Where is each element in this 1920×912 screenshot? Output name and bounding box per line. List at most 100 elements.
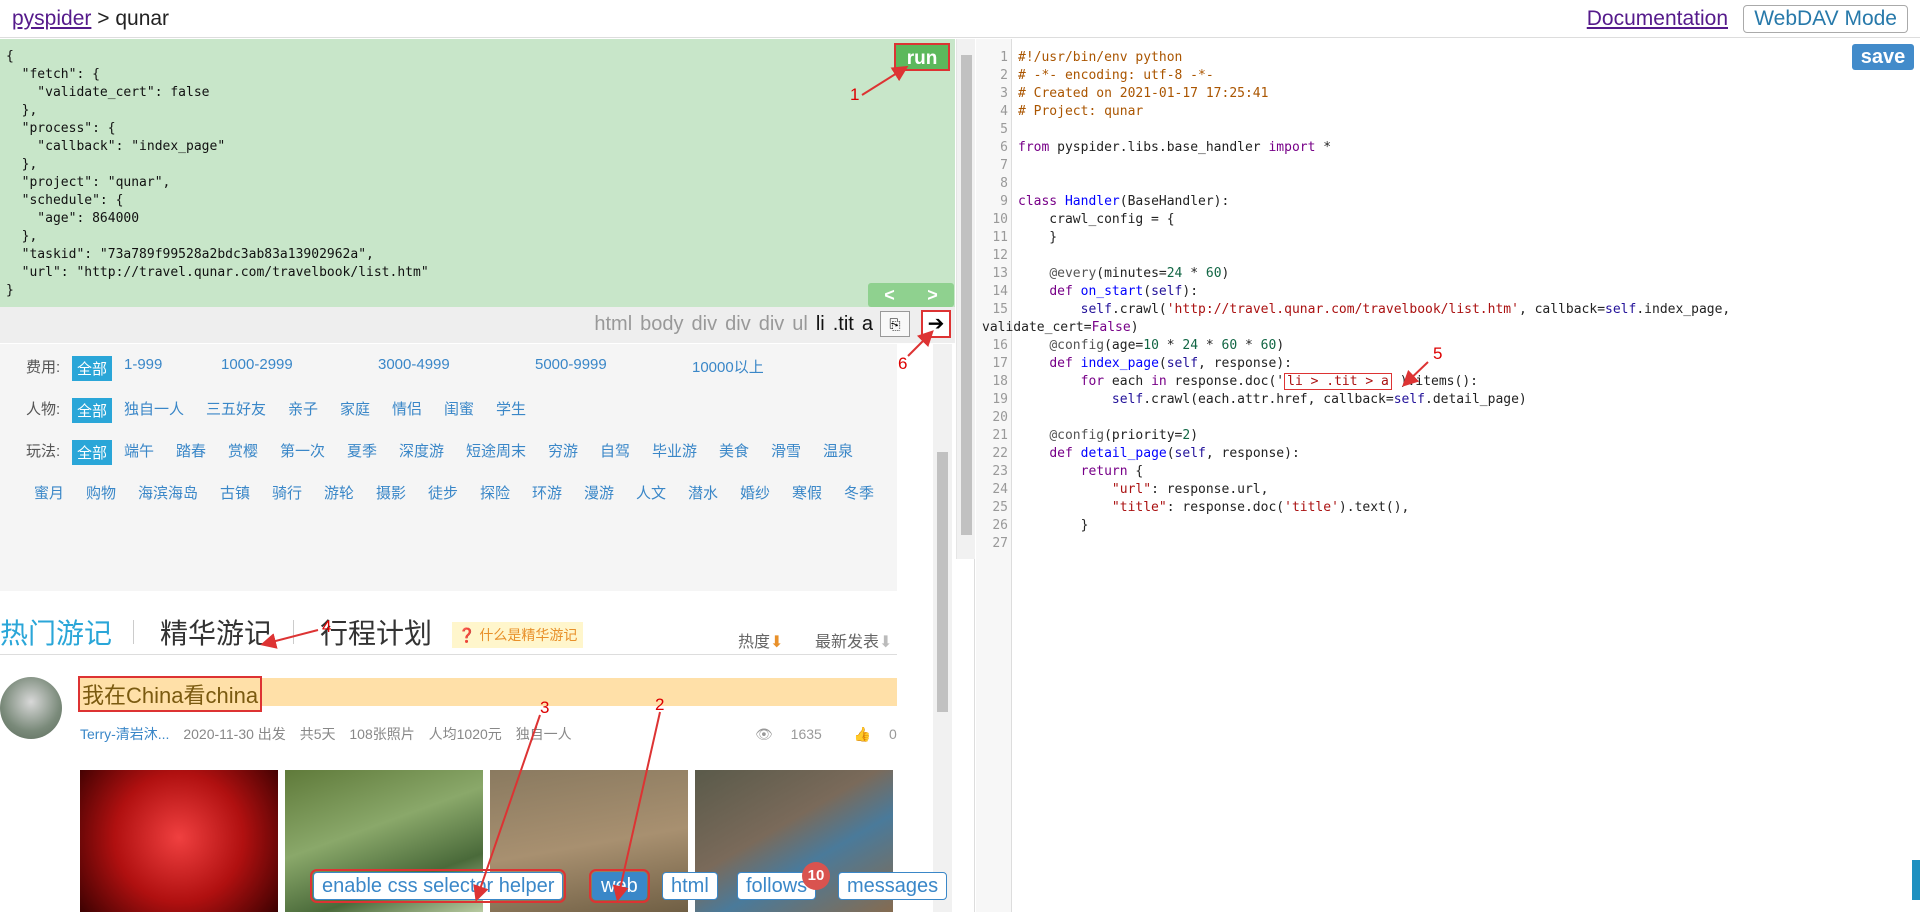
arrow-down-icon: ⬇ <box>770 634 784 651</box>
filter-option[interactable]: 古镇 <box>220 482 250 503</box>
filter-option[interactable]: 学生 <box>496 398 526 419</box>
documentation-link[interactable]: Documentation <box>1587 7 1728 31</box>
web-tab-button[interactable]: web <box>589 869 650 903</box>
filter-option[interactable]: 寒假 <box>792 482 822 503</box>
post-photo[interactable] <box>80 770 278 912</box>
filter-option[interactable]: 全部 <box>72 440 113 465</box>
filter-option[interactable]: 1000-2999 <box>221 356 293 373</box>
preview-scrollbar[interactable] <box>933 344 952 912</box>
code-line: from pyspider.libs.base_handler import * <box>1018 140 1332 155</box>
tab-featured[interactable]: 精华游记 <box>160 612 272 652</box>
line-number: 12 <box>992 248 1008 263</box>
tab-hot[interactable]: 热门游记 <box>0 612 112 652</box>
code-line: } <box>1018 518 1089 533</box>
filter-option[interactable]: 骑行 <box>272 482 302 503</box>
path-item[interactable]: html <box>594 313 632 335</box>
code-line: def detail_page(self, response): <box>1049 446 1300 461</box>
css-selector-helper-button[interactable]: enable css selector helper <box>309 869 567 903</box>
path-item-class[interactable]: .tit <box>833 313 854 335</box>
web-preview[interactable]: 费用: 全部 1-999 1000-2999 3000-4999 5000-9999 100… <box>0 344 897 912</box>
filter-option[interactable]: 海滨海岛 <box>138 482 198 503</box>
filter-option[interactable]: 三五好友 <box>206 398 266 419</box>
filter-option[interactable]: 婚纱 <box>740 482 770 503</box>
code-line: return { <box>1080 464 1144 479</box>
filter-option[interactable]: 自驾 <box>600 440 630 461</box>
thumbs-up-icon: 👍 <box>853 726 872 742</box>
task-json-line: "fetch": { <box>6 67 100 82</box>
filter-option[interactable]: 深度游 <box>399 440 444 461</box>
webdav-mode-button[interactable]: WebDAV Mode <box>1743 5 1908 33</box>
filter-option[interactable]: 短途周末 <box>466 440 526 461</box>
filter-option[interactable]: 穷游 <box>548 440 578 461</box>
path-item[interactable]: div <box>692 313 718 335</box>
save-button[interactable]: save <box>1852 44 1914 70</box>
filter-option[interactable]: 10000以上 <box>692 356 764 377</box>
sort-new[interactable]: 最新发表⬇ <box>815 628 892 652</box>
filter-option[interactable]: 赏樱 <box>228 440 258 461</box>
filter-option[interactable]: 1-999 <box>124 356 162 373</box>
path-item[interactable]: ul <box>792 313 808 335</box>
filter-option[interactable]: 蜜月 <box>34 482 64 503</box>
breadcrumb-root-link[interactable]: pyspider <box>12 7 91 30</box>
copy-selector-button[interactable]: ⎘ <box>880 311 910 337</box>
filter-option[interactable]: 摄影 <box>376 482 406 503</box>
html-tab-button[interactable]: html <box>662 872 718 900</box>
line-number: 14 <box>992 284 1008 299</box>
filter-option[interactable]: 3000-4999 <box>378 356 450 373</box>
filter-option[interactable]: 亲子 <box>288 398 318 419</box>
filter-option[interactable]: 第一次 <box>280 440 325 461</box>
run-button[interactable]: run <box>894 43 950 71</box>
filter-option[interactable]: 温泉 <box>823 440 853 461</box>
filter-option[interactable]: 徒步 <box>428 482 458 503</box>
sort-hot[interactable]: 热度⬇ <box>738 628 783 652</box>
post-author[interactable]: Terry-清岩沐... <box>80 726 169 742</box>
filter-option[interactable]: 端午 <box>124 440 154 461</box>
filter-option[interactable]: 潜水 <box>688 482 718 503</box>
filter-option[interactable]: 闺蜜 <box>444 398 474 419</box>
filter-option[interactable]: 购物 <box>86 482 116 503</box>
filter-option[interactable]: 美食 <box>719 440 749 461</box>
path-item[interactable]: body <box>640 313 683 335</box>
filter-option[interactable]: 毕业游 <box>652 440 697 461</box>
line-number: 17 <box>992 356 1008 371</box>
code-line: # Created on 2021-01-17 17:25:41 <box>1018 86 1269 101</box>
likes[interactable]: 👍 0 <box>854 726 897 742</box>
filter-option[interactable]: 5000-9999 <box>535 356 607 373</box>
filter-option[interactable]: 家庭 <box>340 398 370 419</box>
task-scrollbar[interactable] <box>956 39 975 559</box>
filter-option[interactable]: 情侣 <box>392 398 422 419</box>
filter-option[interactable]: 人文 <box>636 482 666 503</box>
path-item[interactable]: div <box>759 313 785 335</box>
filter-option[interactable]: 滑雪 <box>771 440 801 461</box>
path-item[interactable]: div <box>725 313 751 335</box>
next-task-button[interactable]: > <box>911 283 954 307</box>
code-line: for each in response.doc(' li > .tit > a … <box>1080 373 1478 390</box>
filter-option[interactable]: 探险 <box>480 482 510 503</box>
filter-option[interactable]: 独自一人 <box>124 398 184 419</box>
task-json-line: "process": { <box>6 121 116 136</box>
filter-option[interactable]: 踏春 <box>176 440 206 461</box>
task-json-line: "callback": "index_page" <box>6 139 226 154</box>
filter-option[interactable]: 冬季 <box>844 482 874 503</box>
whatis-featured-link[interactable]: ❓ 什么是精华游记 <box>452 622 584 648</box>
avatar[interactable] <box>0 677 62 739</box>
insert-selector-button[interactable]: ➔ <box>921 310 951 338</box>
post-title[interactable]: 我在China看china <box>78 676 263 712</box>
filter-option[interactable]: 全部 <box>72 398 113 423</box>
filter-option[interactable]: 游轮 <box>324 482 354 503</box>
path-item-current[interactable]: li <box>816 313 825 335</box>
tab-itinerary[interactable]: 行程计划 <box>320 612 432 652</box>
filter-option[interactable]: 漫游 <box>584 482 614 503</box>
filter-option[interactable]: 环游 <box>532 482 562 503</box>
likes-count: 0 <box>889 726 897 742</box>
line-number: 24 <box>992 482 1008 497</box>
task-json-panel[interactable]: { "fetch": { "validate_cert": false }, "… <box>0 39 955 307</box>
messages-tab-button[interactable]: messages <box>838 872 948 900</box>
path-item-tag[interactable]: a <box>862 313 873 335</box>
line-number: 5 <box>1000 122 1008 137</box>
code-editor-pane: 1 #!/usr/bin/env python 2 # -*- encoding: u… <box>976 39 1920 912</box>
filter-option[interactable]: 夏季 <box>347 440 377 461</box>
filter-option[interactable]: 全部 <box>72 356 113 381</box>
post-days: 共5天 <box>299 726 336 742</box>
prev-task-button[interactable]: < <box>868 283 911 307</box>
